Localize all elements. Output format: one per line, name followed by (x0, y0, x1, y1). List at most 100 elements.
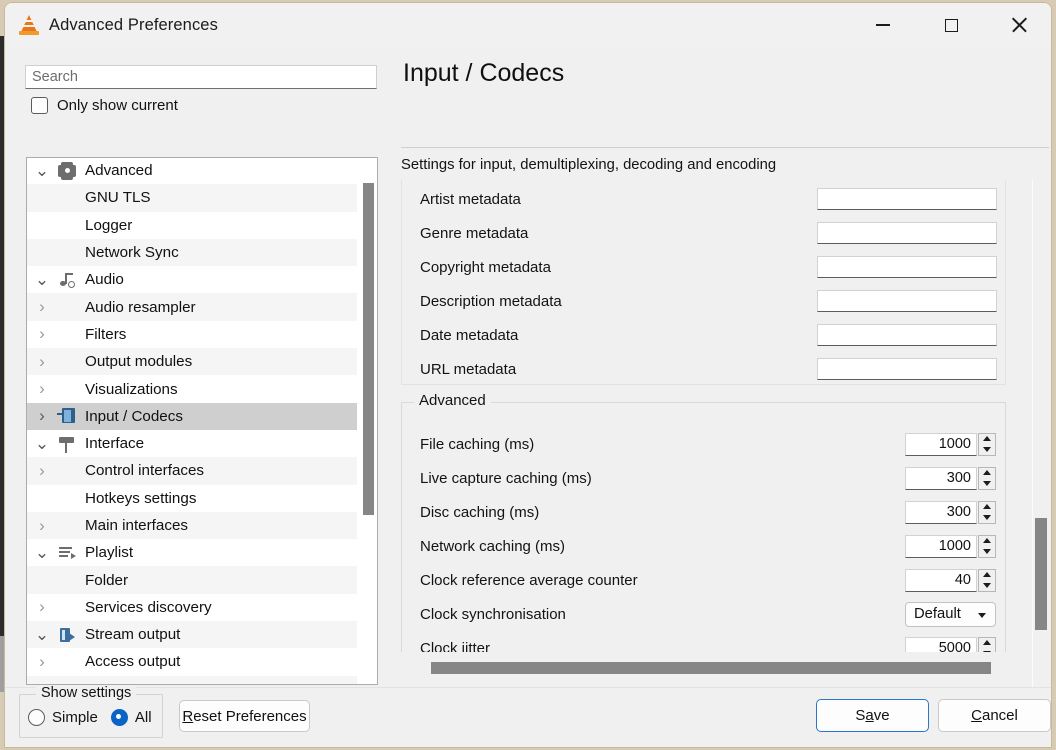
clock-jitter-stepper[interactable] (978, 637, 996, 653)
radio-simple[interactable] (28, 709, 45, 726)
close-button[interactable] (985, 3, 1052, 47)
spin-down-button[interactable] (979, 444, 995, 455)
chevron-right-icon[interactable]: › (27, 352, 57, 372)
tree-item-filters[interactable]: ›Filters (27, 321, 357, 348)
live-capture-caching-ms-row: Live capture caching (ms)300 (402, 461, 1007, 495)
radio-all[interactable] (111, 709, 128, 726)
network-caching-ms-label: Network caching (ms) (420, 538, 565, 555)
chevron-down-icon[interactable]: ⌄ (27, 277, 57, 283)
tree-item-logger[interactable]: Logger (27, 212, 357, 239)
chevron-right-icon[interactable]: › (27, 379, 57, 399)
disc-caching-ms-input[interactable]: 300 (905, 501, 977, 524)
metadata-input[interactable] (817, 222, 997, 244)
tree-item-main-interfaces[interactable]: › Main interfaces (27, 512, 357, 539)
minimize-icon (876, 24, 890, 26)
show-settings-group: Show settings Simple All (19, 694, 163, 738)
disc-caching-ms-row: Disc caching (ms)300 (402, 495, 1007, 529)
search-input[interactable] (25, 65, 377, 89)
network-caching-ms-input[interactable]: 1000 (905, 535, 977, 558)
sidebar: Only show current ⌄AdvancedGNU TLSLogger… (25, 65, 377, 679)
spin-down-button[interactable] (979, 512, 995, 523)
spin-up-button[interactable] (979, 468, 995, 479)
metadata-input[interactable] (817, 256, 997, 278)
file-caching-ms-stepper[interactable] (978, 433, 996, 456)
spin-up-button[interactable] (979, 570, 995, 581)
metadata-input[interactable] (817, 324, 997, 346)
clock-jitter-input[interactable]: 5000 (905, 637, 977, 653)
disc-caching-ms-stepper[interactable] (978, 501, 996, 524)
tree-item-gnu-tls[interactable]: GNU TLS (27, 184, 357, 211)
tree-item-folder[interactable]: Folder (27, 566, 357, 593)
metadata-input[interactable] (817, 358, 997, 380)
spin-down-button[interactable] (979, 580, 995, 591)
spin-down-button[interactable] (979, 546, 995, 557)
spin-up-button[interactable] (979, 638, 995, 649)
tree-scrollbar[interactable] (361, 159, 376, 685)
minimize-button[interactable] (849, 3, 917, 47)
chevron-down-icon[interactable]: ⌄ (27, 550, 57, 556)
tree-item-advanced[interactable]: ⌄Advanced (27, 157, 357, 184)
spin-up-button[interactable] (979, 434, 995, 445)
spin-down-button[interactable] (979, 648, 995, 652)
chevron-right-icon[interactable]: › (27, 297, 57, 317)
tree-item-label: Main interfaces (85, 517, 188, 534)
triangle-down-icon (983, 583, 991, 588)
tree-item-network-sync[interactable]: Network Sync (27, 239, 357, 266)
tree-item-audio[interactable]: ⌄Audio (27, 266, 357, 293)
chevron-down-icon[interactable]: ⌄ (27, 168, 57, 174)
tree-item-access-output[interactable]: ›Access output (27, 648, 357, 675)
film-strip-icon (57, 407, 79, 425)
clock-synchronisation-select[interactable]: Default (905, 602, 996, 627)
tree-item-interface[interactable]: ⌄Interface (27, 430, 357, 457)
network-caching-ms-stepper[interactable] (978, 535, 996, 558)
chevron-right-icon[interactable]: › (27, 324, 57, 344)
tree-item-hotkeys-settings[interactable]: Hotkeys settings (27, 485, 357, 512)
tree-item-visualizations[interactable]: ›Visualizations (27, 375, 357, 402)
chevron-right-icon[interactable]: › (27, 406, 57, 426)
tree-scrollbar-thumb[interactable] (363, 183, 374, 515)
spin-down-button[interactable] (979, 478, 995, 489)
spin-up-button[interactable] (979, 502, 995, 513)
tree-item-control-interfaces[interactable]: ›Control interfaces (27, 457, 357, 484)
save-button[interactable]: Save (816, 699, 929, 732)
clock-reference-average-counter-input[interactable]: 40 (905, 569, 977, 592)
chevron-down-icon[interactable]: ⌄ (27, 632, 57, 638)
panel-vertical-scrollbar-thumb[interactable] (1035, 518, 1047, 630)
maximize-button[interactable] (917, 3, 985, 47)
chevron-right-icon[interactable]: › (27, 652, 57, 672)
clock-reference-average-counter-stepper[interactable] (978, 569, 996, 592)
cancel-button[interactable]: Cancel (938, 699, 1051, 732)
metadata-label: URL metadata (420, 361, 516, 378)
tree-item-output-modules[interactable]: ›Output modules (27, 348, 357, 375)
tree-item-input-codecs[interactable]: ›Input / Codecs (27, 403, 357, 430)
chevron-right-icon[interactable]: › (27, 461, 57, 481)
chevron-right-icon[interactable]: › (27, 597, 57, 617)
paint-roller-icon (57, 435, 79, 453)
live-capture-caching-ms-stepper[interactable] (978, 467, 996, 490)
metadata-input[interactable] (817, 290, 997, 312)
metadata-row: Genre metadata (402, 216, 1007, 250)
chevron-down-icon (978, 613, 986, 618)
stream-out-icon (57, 626, 79, 644)
metadata-input[interactable] (817, 188, 997, 210)
chevron-down-icon[interactable]: ⌄ (27, 441, 57, 447)
panel-vertical-scrollbar[interactable] (1032, 180, 1048, 693)
file-caching-ms-input[interactable]: 1000 (905, 433, 977, 456)
spin-up-button[interactable] (979, 536, 995, 547)
panel-horizontal-scrollbar[interactable] (401, 659, 1031, 677)
tree-item-stream-output[interactable]: ⌄Stream output (27, 621, 357, 648)
settings-scroll-region: Artist metadataGenre metadataCopyright m… (401, 180, 1028, 652)
tree-icon-none (57, 216, 79, 234)
chevron-right-icon[interactable]: › (27, 516, 57, 536)
title-divider (401, 147, 1049, 148)
reset-preferences-button[interactable]: Reset Preferences (179, 700, 310, 732)
live-capture-caching-ms-input[interactable]: 300 (905, 467, 977, 490)
triangle-up-icon (983, 572, 991, 577)
tree-item-audio-resampler[interactable]: ›Audio resampler (27, 293, 357, 320)
tree-item-muxers[interactable]: ›Muxers (27, 676, 357, 685)
file-caching-ms-label: File caching (ms) (420, 436, 534, 453)
panel-horizontal-scrollbar-thumb[interactable] (431, 662, 991, 674)
only-show-current-checkbox[interactable]: Only show current (31, 97, 178, 114)
tree-item-services-discovery[interactable]: ›Services discovery (27, 594, 357, 621)
tree-item-playlist[interactable]: ⌄Playlist (27, 539, 357, 566)
